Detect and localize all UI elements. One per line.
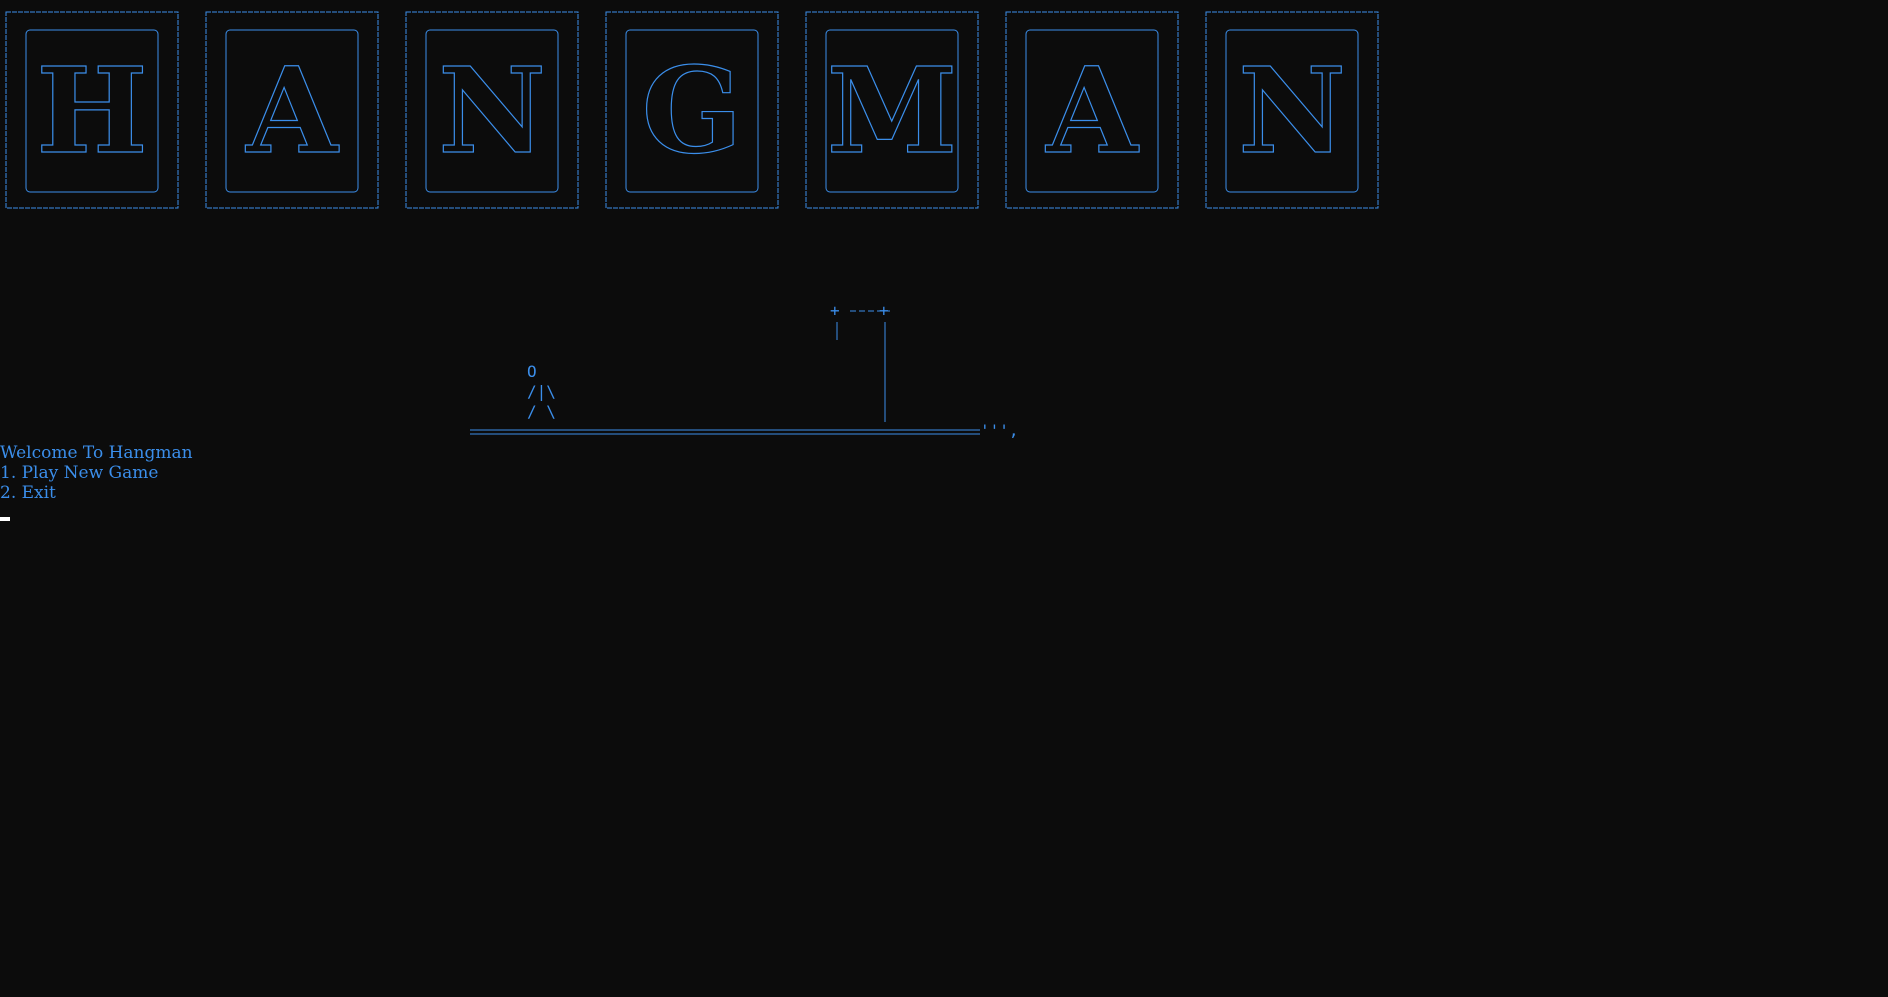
banner-letter: H (36, 41, 148, 180)
gallows (836, 310, 890, 422)
banner-letter: A (1045, 41, 1139, 180)
figure-body: /|\ (527, 382, 556, 401)
banner-block-2: A (205, 11, 379, 209)
banner-letter: A (245, 41, 339, 180)
terminal-window[interactable]: HANGMAN + + ''', O /|\ / \ Welcome To Ha… (0, 0, 1888, 997)
banner-block-6: A (1005, 11, 1179, 209)
ground-suffix: ''', (980, 421, 1019, 440)
banner-letter: N (1238, 41, 1346, 180)
banner-letter: G (642, 41, 743, 180)
hangman-figure: O /|\ / \ (527, 362, 556, 422)
banner-letter: N (438, 41, 546, 180)
banner-block-5: M (805, 11, 979, 209)
menu-option-exit[interactable]: 2. Exit (0, 483, 56, 503)
text-cursor (0, 517, 10, 521)
banner-block-3: N (405, 11, 579, 209)
ground-line (470, 429, 980, 435)
svg-text:+: + (830, 301, 840, 320)
banner-block-4: G (605, 11, 779, 209)
welcome-title: Welcome To Hangman (0, 443, 193, 463)
menu-option-play[interactable]: 1. Play New Game (0, 463, 158, 483)
hangman-ascii-banner: HANGMAN (0, 2, 1400, 214)
figure-head: O (527, 362, 537, 381)
banner-letter: M (827, 41, 958, 180)
figure-legs: / \ (527, 402, 556, 421)
banner-block-7: N (1205, 11, 1379, 209)
svg-text:+: + (879, 301, 889, 320)
banner-block-1: H (5, 11, 179, 209)
